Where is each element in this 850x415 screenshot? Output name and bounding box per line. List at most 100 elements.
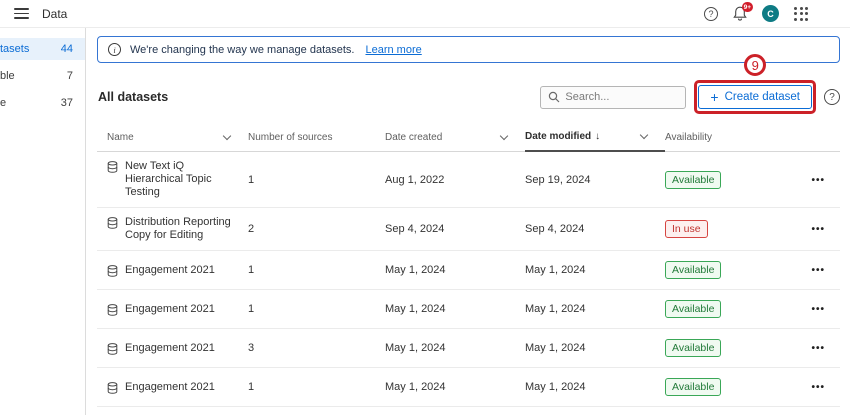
topbar: Data ? 9+ C bbox=[0, 0, 850, 28]
cell-availability: Available bbox=[665, 370, 762, 404]
notification-badge: 9+ bbox=[742, 2, 753, 12]
table-row[interactable]: Engagement 2021 3 May 1, 2024 May 1, 202… bbox=[97, 329, 840, 368]
status-badge: Available bbox=[665, 378, 721, 396]
menu-icon[interactable] bbox=[14, 8, 29, 19]
datasets-table: Name Number of sources Date created Date… bbox=[97, 125, 840, 415]
dataset-name: Engagement 2021 bbox=[125, 264, 215, 277]
page-title: Data bbox=[42, 7, 67, 21]
sidebar-item-label: tasets bbox=[0, 43, 29, 55]
content-header: All datasets 9 + Create dataset ? bbox=[97, 85, 840, 109]
search-box[interactable] bbox=[540, 86, 686, 109]
row-actions-button[interactable]: ••• bbox=[811, 343, 825, 354]
main-content: i We're changing the way we manage datas… bbox=[87, 28, 850, 415]
dataset-name: Distribution Reporting Copy for Editing bbox=[125, 216, 240, 242]
cell-availability: Available bbox=[665, 292, 762, 326]
cell-sources: 1 bbox=[248, 256, 385, 284]
cell-modified: May 1, 2024 bbox=[525, 256, 665, 284]
chevron-down-icon bbox=[640, 131, 648, 139]
table-row[interactable]: Engagement 2021 1 May 1, 2024 May 1, 202… bbox=[97, 251, 840, 290]
annotation-step-badge: 9 bbox=[744, 54, 766, 76]
cell-modified: May 1, 2024 bbox=[525, 295, 665, 323]
cell-created: May 1, 2024 bbox=[385, 373, 525, 401]
row-actions-button[interactable]: ••• bbox=[811, 175, 825, 186]
table-row[interactable]: Engagement 2021 1 May 1, 2024 May 1, 202… bbox=[97, 290, 840, 329]
chevron-down-icon bbox=[500, 132, 508, 140]
row-actions-button[interactable]: ••• bbox=[811, 224, 825, 235]
sidebar-item-count: 37 bbox=[61, 97, 73, 109]
cell-sources: 2 bbox=[248, 215, 385, 243]
cell-created: Aug 1, 2022 bbox=[385, 166, 525, 194]
name-cell: Distribution Reporting Copy for Editing bbox=[107, 208, 248, 250]
table-row[interactable]: New Text iQ Hierarchical Topic Testing 1… bbox=[97, 152, 840, 208]
cell-created: May 1, 2024 bbox=[385, 334, 525, 362]
name-cell: Engagement 2021 bbox=[107, 295, 248, 324]
sidebar-item-in-use[interactable]: e 37 bbox=[0, 92, 85, 114]
table-row[interactable]: Distribution Reporting Copy for Editing … bbox=[97, 208, 840, 251]
cell-actions: ••• bbox=[762, 166, 840, 194]
learn-more-link[interactable]: Learn more bbox=[365, 44, 421, 56]
name-cell: Engagement 2021 bbox=[107, 256, 248, 285]
database-icon bbox=[107, 304, 118, 316]
sidebar-item-label: ble bbox=[0, 70, 15, 82]
cell-availability: In use bbox=[665, 409, 762, 415]
row-actions-button[interactable]: ••• bbox=[811, 265, 825, 276]
sidebar-item-count: 44 bbox=[61, 43, 73, 55]
create-dataset-button[interactable]: + Create dataset bbox=[698, 85, 812, 109]
status-badge: Available bbox=[665, 171, 721, 189]
column-header-name[interactable]: Name bbox=[107, 126, 248, 151]
cell-actions: ••• bbox=[762, 295, 840, 323]
sidebar-item-count: 7 bbox=[67, 70, 73, 82]
row-actions-button[interactable]: ••• bbox=[811, 382, 825, 393]
notifications-button[interactable]: 9+ bbox=[733, 6, 747, 21]
database-icon bbox=[107, 217, 118, 229]
sort-desc-icon: ↓ bbox=[595, 131, 600, 142]
dataset-name: Engagement 2021 bbox=[125, 342, 215, 355]
column-header-date-modified[interactable]: Date modified ↓ bbox=[525, 125, 665, 152]
app-switcher-icon[interactable] bbox=[794, 7, 808, 21]
table-help-icon[interactable]: ? bbox=[824, 89, 840, 105]
cell-modified: May 1, 2024 bbox=[525, 373, 665, 401]
column-header-actions bbox=[762, 137, 840, 151]
table-body: New Text iQ Hierarchical Topic Testing 1… bbox=[97, 152, 840, 415]
table-row[interactable]: SAT Dash 4 Sep 15, 2021 Apr 25, 2024 In … bbox=[97, 407, 840, 415]
dataset-name: New Text iQ Hierarchical Topic Testing bbox=[125, 160, 240, 199]
info-banner: i We're changing the way we manage datas… bbox=[97, 36, 840, 63]
banner-message: We're changing the way we manage dataset… bbox=[130, 44, 354, 56]
database-icon bbox=[107, 382, 118, 394]
cell-availability: Available bbox=[665, 331, 762, 365]
status-badge: Available bbox=[665, 261, 721, 279]
cell-availability: Available bbox=[665, 163, 762, 197]
avatar[interactable]: C bbox=[762, 5, 779, 22]
plus-icon: + bbox=[710, 90, 718, 104]
help-icon[interactable]: ? bbox=[704, 7, 718, 21]
info-icon: i bbox=[108, 43, 121, 56]
status-badge: Available bbox=[665, 339, 721, 357]
chevron-down-icon bbox=[223, 132, 231, 140]
cell-created: May 1, 2024 bbox=[385, 256, 525, 284]
cell-availability: In use bbox=[665, 212, 762, 246]
cell-sources: 1 bbox=[248, 166, 385, 194]
cell-actions: ••• bbox=[762, 373, 840, 401]
name-cell: Engagement 2021 bbox=[107, 373, 248, 402]
column-header-sources[interactable]: Number of sources bbox=[248, 126, 385, 151]
search-input[interactable] bbox=[565, 91, 675, 103]
section-title: All datasets bbox=[98, 90, 168, 104]
cell-actions: ••• bbox=[762, 334, 840, 362]
sidebar-item-all-datasets[interactable]: tasets 44 bbox=[0, 38, 85, 60]
column-header-availability[interactable]: Availability bbox=[665, 126, 762, 151]
name-cell: SAT Dash bbox=[107, 412, 248, 415]
row-actions-button[interactable]: ••• bbox=[811, 304, 825, 315]
name-cell: Engagement 2021 bbox=[107, 334, 248, 363]
dataset-name: Engagement 2021 bbox=[125, 381, 215, 394]
cell-created: May 1, 2024 bbox=[385, 295, 525, 323]
search-icon bbox=[548, 91, 560, 103]
create-dataset-label: Create dataset bbox=[725, 91, 800, 103]
create-dataset-annotated: 9 + Create dataset bbox=[698, 85, 812, 109]
cell-sources: 1 bbox=[248, 373, 385, 401]
cell-availability: Available bbox=[665, 253, 762, 287]
column-header-date-created[interactable]: Date created bbox=[385, 126, 525, 151]
table-row[interactable]: Engagement 2021 1 May 1, 2024 May 1, 202… bbox=[97, 368, 840, 407]
sidebar-item-available[interactable]: ble 7 bbox=[0, 65, 85, 87]
cell-sources: 3 bbox=[248, 334, 385, 362]
status-badge: In use bbox=[665, 220, 708, 238]
